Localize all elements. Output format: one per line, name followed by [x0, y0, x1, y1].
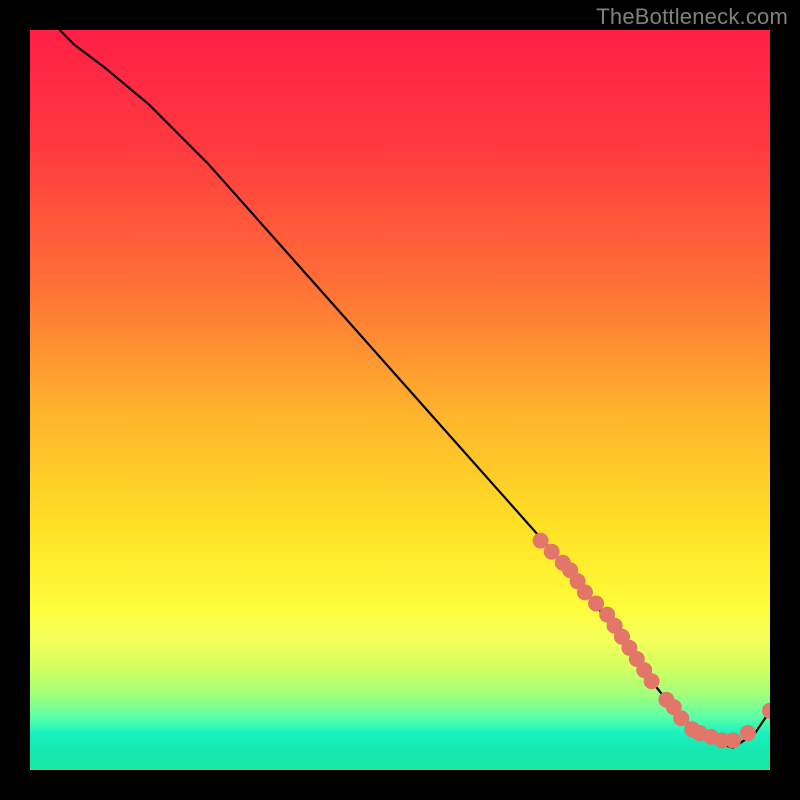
- watermark-text: TheBottleneck.com: [596, 4, 788, 30]
- highlight-dots: [533, 533, 770, 749]
- plot-area: [30, 30, 770, 770]
- highlight-dot: [740, 725, 756, 741]
- curve-path: [60, 30, 770, 748]
- highlight-dot: [762, 703, 770, 719]
- curve-line: [60, 30, 770, 748]
- highlight-dot: [725, 732, 741, 748]
- highlight-dot: [644, 673, 660, 689]
- chart-overlay: [30, 30, 770, 770]
- chart-stage: TheBottleneck.com: [0, 0, 800, 800]
